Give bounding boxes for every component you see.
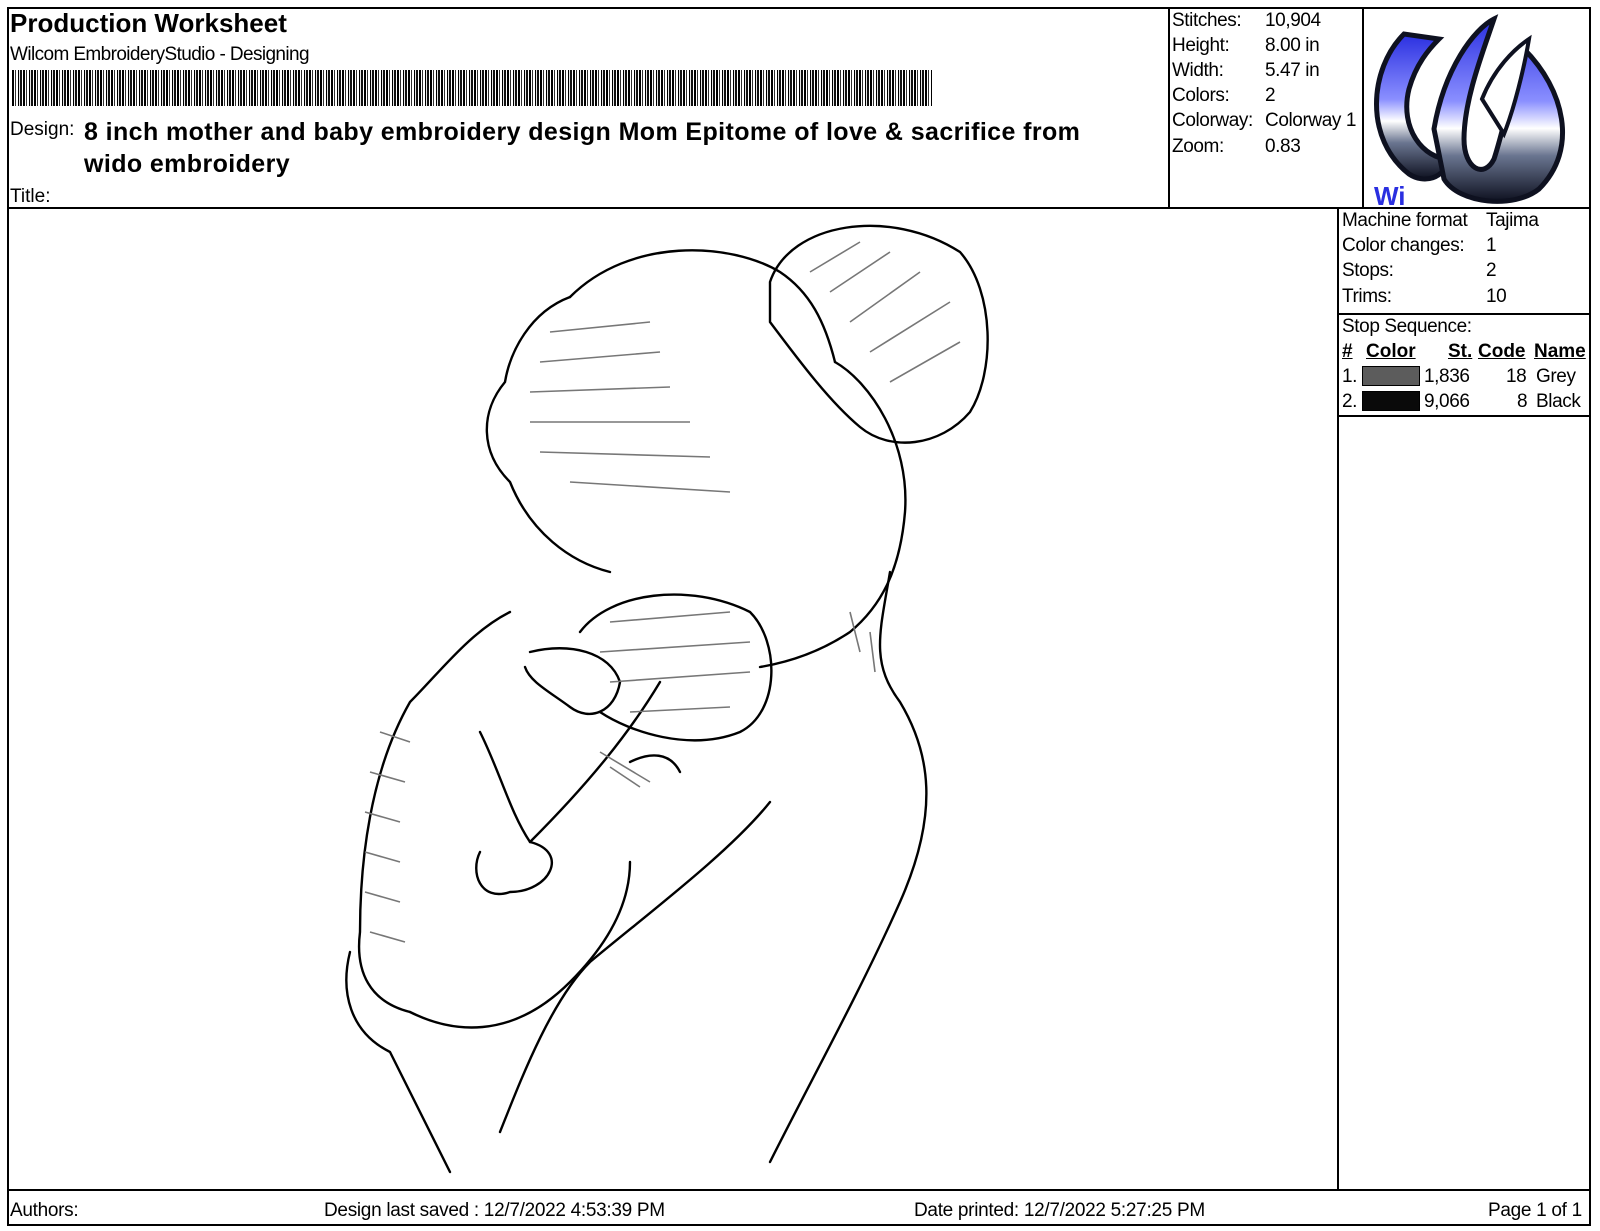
barcode [12, 70, 932, 106]
stop-sequence-label: Stop Sequence: [1342, 316, 1472, 337]
page-number: Page 1 of 1 [1488, 1200, 1582, 1221]
machine-format-value: Tajima [1486, 210, 1539, 231]
embroidery-preview [345, 224, 989, 1174]
stops-value: 2 [1486, 260, 1497, 281]
sequence-divider [1337, 415, 1591, 417]
width-label: Width: [1172, 60, 1224, 81]
seq-row-2-code: 8 [1517, 391, 1528, 412]
seq-header-stitches: St. [1448, 341, 1473, 362]
colors-value: 2 [1265, 85, 1276, 106]
seq-header-name: Name [1534, 341, 1586, 362]
colors-label: Colors: [1172, 85, 1230, 106]
date-printed: Date printed: 12/7/2022 5:27:25 PM [914, 1200, 1205, 1221]
logo-text: Wi [1374, 181, 1406, 207]
height-label: Height: [1172, 35, 1230, 56]
stitches-value: 10,904 [1265, 10, 1321, 31]
stitches-label: Stitches: [1172, 10, 1242, 31]
logo-emblem: Wi [1374, 14, 1565, 207]
seq-row-2-num: 2. [1342, 391, 1358, 412]
machine-format-label: Machine format [1342, 210, 1468, 231]
sidebar-divider [1337, 207, 1339, 1191]
design-name: 8 inch mother and baby embroidery design… [84, 118, 1081, 178]
seq-row-2-name: Black [1536, 391, 1581, 412]
trims-label: Trims: [1342, 286, 1392, 307]
color-changes-label: Color changes: [1342, 235, 1465, 256]
trims-value: 10 [1486, 286, 1507, 307]
seq-header-code: Code [1478, 341, 1526, 362]
color-changes-value: 1 [1486, 235, 1497, 256]
page-title: Production Worksheet [10, 8, 287, 38]
colorway-label: Colorway: [1172, 110, 1253, 131]
app-subtitle: Wilcom EmbroideryStudio - Designing [10, 44, 310, 65]
seq-header-num: # [1342, 341, 1353, 362]
stops-label: Stops: [1342, 260, 1394, 281]
height-value: 8.00 in [1265, 35, 1320, 56]
zoom-value: 0.83 [1265, 136, 1301, 157]
machine-divider [1337, 313, 1591, 315]
colorway-value: Colorway 1 [1265, 110, 1357, 131]
wido-logo: Wi [1364, 9, 1584, 207]
seq-row-2-stitches: 9,066 [1424, 391, 1470, 412]
seq-row-1-stitches: 1,836 [1424, 366, 1470, 387]
seq-header-color: Color [1366, 341, 1416, 362]
zoom-label: Zoom: [1172, 136, 1224, 157]
design-label: Design: [10, 119, 75, 140]
last-saved: Design last saved : 12/7/2022 4:53:39 PM [324, 1200, 665, 1221]
seq-row-2-swatch [1362, 391, 1420, 411]
title-label: Title: [10, 186, 51, 207]
seq-row-1-num: 1. [1342, 366, 1358, 387]
authors-label: Authors: [10, 1200, 79, 1221]
seq-row-1-code: 18 [1506, 366, 1527, 387]
seq-row-1-swatch [1362, 366, 1420, 386]
seq-row-1-name: Grey [1536, 366, 1576, 387]
header-divider [7, 207, 1591, 209]
width-value: 5.47 in [1265, 60, 1320, 81]
stats-divider [1168, 7, 1170, 209]
